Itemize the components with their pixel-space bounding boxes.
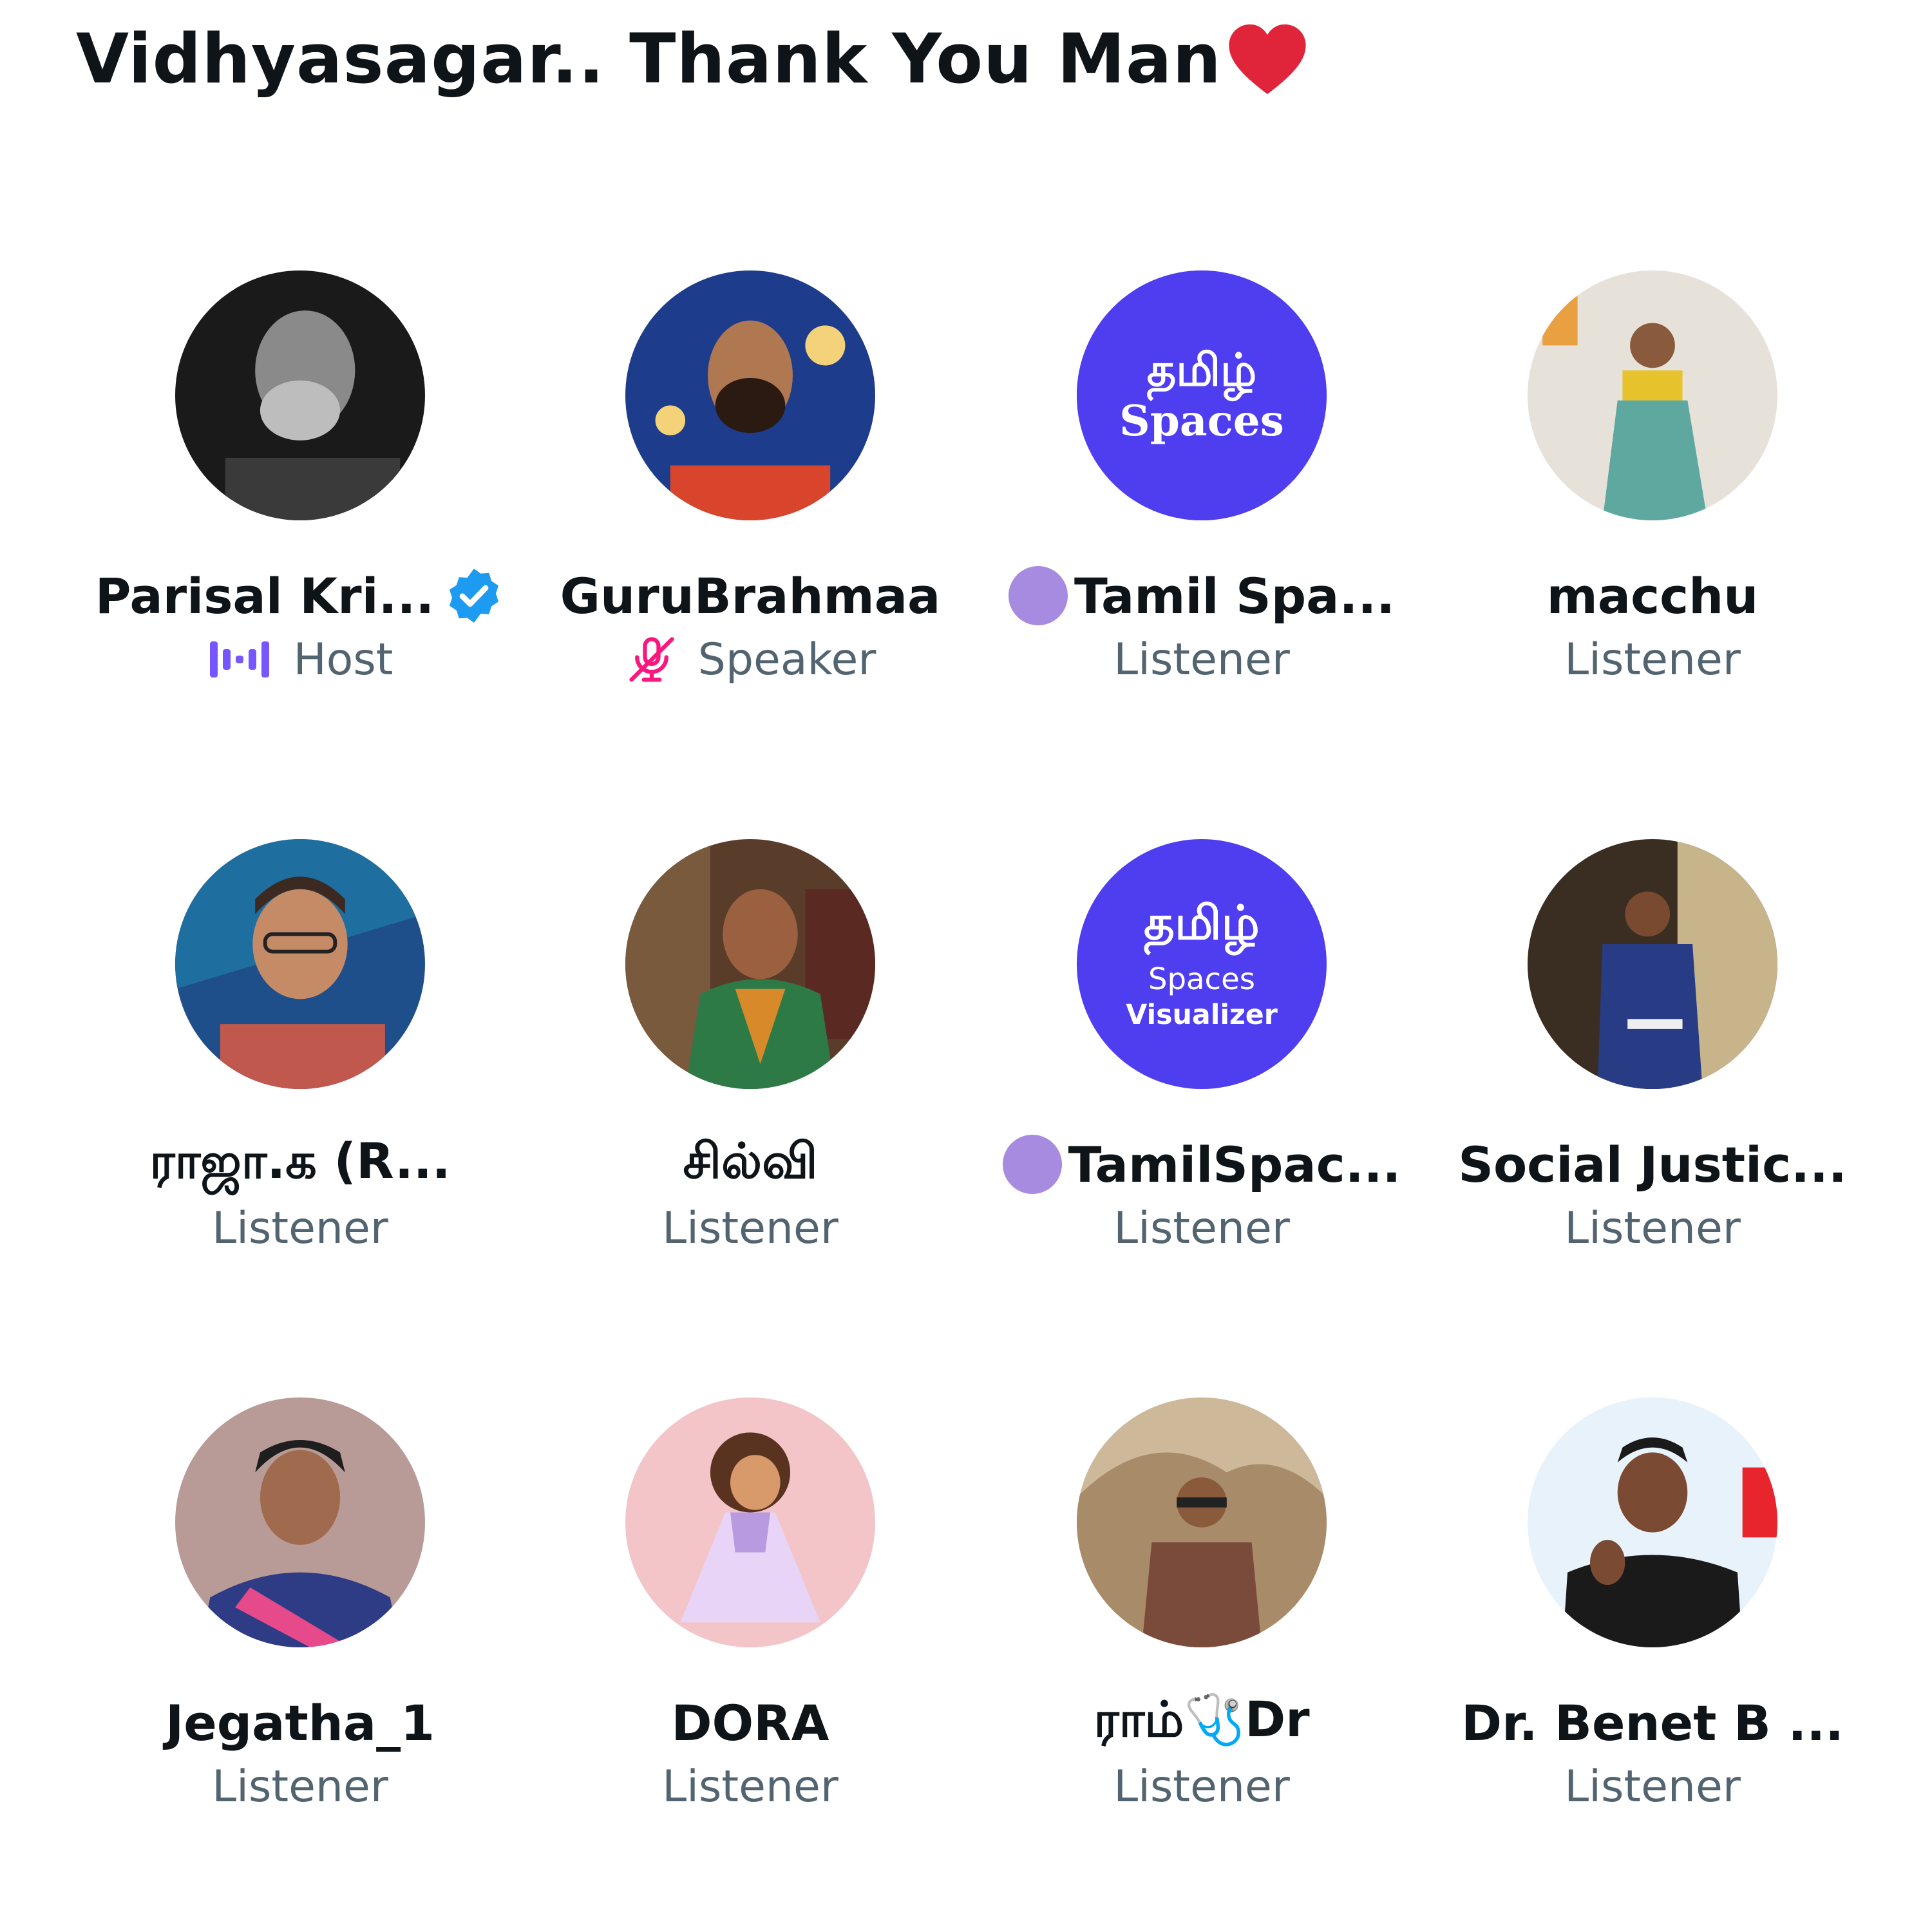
avatar[interactable]	[625, 839, 875, 1089]
avatar-text: தமிழ்	[1144, 896, 1260, 956]
avatar-text: Spaces	[1119, 395, 1284, 446]
avatar[interactable]	[625, 1397, 875, 1647]
verified-badge-icon	[443, 565, 505, 627]
participant-role: Listener	[1564, 1761, 1741, 1812]
participant-name: ராஜா.க (R...	[149, 1132, 451, 1189]
avatar[interactable]	[175, 839, 425, 1089]
participant-card[interactable]: ராம்🩺Dr Listener	[989, 1397, 1414, 1816]
participant-card[interactable]: Dr. Benet B ... Listener	[1440, 1397, 1865, 1816]
participant-role: Listener	[1564, 634, 1741, 685]
participant-role: Listener	[662, 1761, 838, 1812]
avatar[interactable]	[1528, 839, 1777, 1089]
avatar[interactable]	[1528, 270, 1777, 520]
participant-card[interactable]: GuruBrahmaa Speaker	[538, 270, 963, 689]
participant-card[interactable]: Social Justic... Listener	[1440, 839, 1865, 1258]
participant-name: ராம்🩺Dr	[1094, 1690, 1310, 1748]
avatar[interactable]	[175, 1397, 425, 1647]
participant-role: Listener	[1113, 1761, 1290, 1812]
audio-waveform-icon	[207, 639, 274, 680]
participant-card[interactable]: Jegatha_1 Listener	[88, 1397, 513, 1816]
avatar-text: Visualizer	[1126, 999, 1278, 1031]
purple-dot-icon	[1002, 1135, 1062, 1194]
avatar[interactable]: தமிழ் Spaces Visualizer	[1077, 839, 1327, 1089]
participant-name: சில்வி	[683, 1132, 818, 1189]
participant-card[interactable]: DORA Listener	[538, 1397, 963, 1816]
microphone-muted-icon	[625, 632, 679, 687]
avatar[interactable]	[1528, 1397, 1777, 1647]
purple-dot-icon	[1008, 566, 1068, 625]
participant-card[interactable]: தமிழ் Spaces Visualizer TamilSpac... Lis…	[989, 839, 1414, 1258]
participant-name: Social Justic...	[1458, 1135, 1847, 1193]
participant-role: Listener	[1113, 1202, 1290, 1254]
participant-role: Listener	[212, 1202, 388, 1254]
participant-name: macchu	[1546, 567, 1759, 625]
avatar[interactable]	[625, 270, 875, 520]
avatar[interactable]: தமிழ் Spaces	[1077, 270, 1327, 520]
avatar-text: Spaces	[1148, 961, 1255, 996]
participant-card[interactable]: ராஜா.க (R... Listener	[88, 839, 513, 1258]
participant-name: Dr. Benet B ...	[1461, 1694, 1844, 1752]
avatar[interactable]	[1077, 1397, 1327, 1647]
avatar-text: தமிழ்	[1147, 344, 1256, 401]
participant-name: Parisal Kri...	[95, 567, 435, 625]
participant-name: TamilSpac...	[1068, 1135, 1401, 1193]
participant-role: Host	[293, 634, 393, 685]
participant-card[interactable]: சில்வி Listener	[538, 839, 963, 1258]
participant-name: DORA	[671, 1694, 829, 1752]
participant-card[interactable]: தமிழ் Spaces Tamil Spa... Listener	[989, 270, 1414, 689]
participant-card[interactable]: Parisal Kri... Host	[88, 270, 513, 689]
participant-card[interactable]: macchu Listener	[1440, 270, 1865, 689]
participant-name: GuruBrahmaa	[560, 567, 941, 625]
participant-role: Listener	[662, 1202, 838, 1254]
participant-name: Tamil Spa...	[1074, 567, 1396, 625]
participant-role: Listener	[1564, 1202, 1741, 1254]
avatar[interactable]	[175, 270, 425, 520]
participant-role: Listener	[1113, 634, 1290, 685]
participants-grid: Parisal Kri... Host GuruBrahmaa Speaker	[0, 0, 1932, 1932]
participant-role: Listener	[212, 1761, 388, 1812]
participant-name: Jegatha_1	[165, 1694, 435, 1752]
participant-role: Speaker	[697, 634, 876, 685]
